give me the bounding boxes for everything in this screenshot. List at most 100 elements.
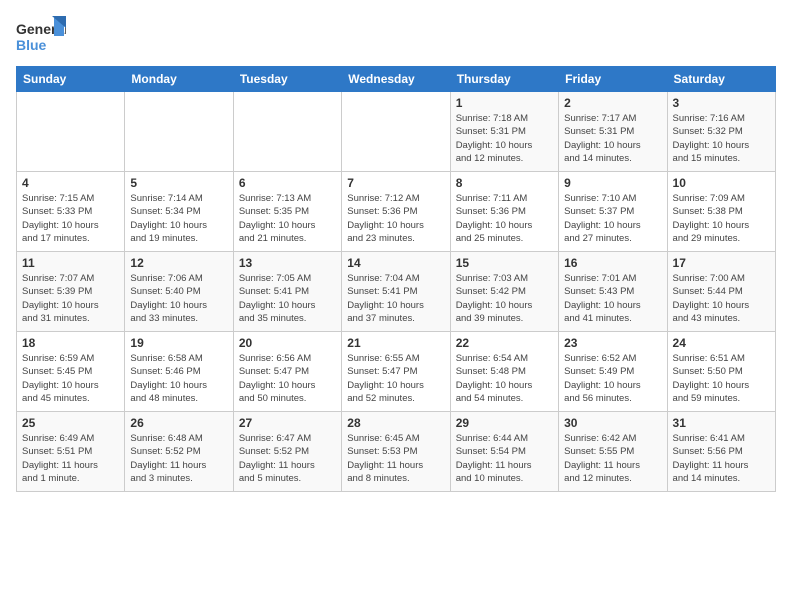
calendar-week-row: 1Sunrise: 7:18 AMSunset: 5:31 PMDaylight…	[17, 92, 776, 172]
calendar-cell: 30 Sunrise: 6:42 AMSunset: 5:55 PMDayligh…	[559, 412, 667, 492]
calendar-week-row: 11Sunrise: 7:07 AMSunset: 5:39 PMDayligh…	[17, 252, 776, 332]
calendar-cell: 8 Sunrise: 7:11 AMSunset: 5:36 PMDaylight…	[450, 172, 558, 252]
day-info: Sunrise: 7:00 AMSunset: 5:44 PMDaylight:…	[673, 272, 770, 325]
day-info: Sunrise: 7:11 AMSunset: 5:36 PMDaylight:…	[456, 192, 553, 245]
calendar-cell: 11Sunrise: 7:07 AMSunset: 5:39 PMDayligh…	[17, 252, 125, 332]
day-number: 25	[22, 416, 119, 430]
day-info: Sunrise: 7:15 AMSunset: 5:33 PMDaylight:…	[22, 192, 119, 245]
day-info: Sunrise: 7:09 AMSunset: 5:38 PMDaylight:…	[673, 192, 770, 245]
day-info: Sunrise: 6:47 AMSunset: 5:52 PMDaylight:…	[239, 432, 336, 485]
calendar-cell: 24Sunrise: 6:51 AMSunset: 5:50 PMDayligh…	[667, 332, 775, 412]
day-info: Sunrise: 6:41 AMSunset: 5:56 PMDaylight:…	[673, 432, 770, 485]
calendar-week-row: 4 Sunrise: 7:15 AMSunset: 5:33 PMDaylight…	[17, 172, 776, 252]
day-number: 30	[564, 416, 661, 430]
weekday-header: Thursday	[450, 67, 558, 92]
weekday-header: Friday	[559, 67, 667, 92]
logo-svg: GeneralBlue	[16, 16, 66, 56]
day-info: Sunrise: 6:54 AMSunset: 5:48 PMDaylight:…	[456, 352, 553, 405]
day-info: Sunrise: 7:17 AMSunset: 5:31 PMDaylight:…	[564, 112, 661, 165]
day-info: Sunrise: 7:13 AMSunset: 5:35 PMDaylight:…	[239, 192, 336, 245]
day-info: Sunrise: 6:49 AMSunset: 5:51 PMDaylight:…	[22, 432, 119, 485]
day-number: 9	[564, 176, 661, 190]
day-number: 23	[564, 336, 661, 350]
day-info: Sunrise: 7:01 AMSunset: 5:43 PMDaylight:…	[564, 272, 661, 325]
calendar-cell: 23Sunrise: 6:52 AMSunset: 5:49 PMDayligh…	[559, 332, 667, 412]
day-number: 31	[673, 416, 770, 430]
calendar-cell: 12 Sunrise: 7:06 AMSunset: 5:40 PMDayligh…	[125, 252, 233, 332]
calendar-cell: 6 Sunrise: 7:13 AMSunset: 5:35 PMDaylight…	[233, 172, 341, 252]
calendar-cell: 21Sunrise: 6:55 AMSunset: 5:47 PMDayligh…	[342, 332, 450, 412]
day-info: Sunrise: 6:56 AMSunset: 5:47 PMDaylight:…	[239, 352, 336, 405]
calendar-cell: 13 Sunrise: 7:05 AMSunset: 5:41 PMDayligh…	[233, 252, 341, 332]
svg-text:Blue: Blue	[16, 37, 47, 53]
calendar-cell: 4 Sunrise: 7:15 AMSunset: 5:33 PMDaylight…	[17, 172, 125, 252]
day-number: 3	[673, 96, 770, 110]
day-number: 13	[239, 256, 336, 270]
day-info: Sunrise: 6:51 AMSunset: 5:50 PMDaylight:…	[673, 352, 770, 405]
day-info: Sunrise: 7:18 AMSunset: 5:31 PMDaylight:…	[456, 112, 553, 165]
day-info: Sunrise: 7:12 AMSunset: 5:36 PMDaylight:…	[347, 192, 444, 245]
weekday-header-row: SundayMondayTuesdayWednesdayThursdayFrid…	[17, 67, 776, 92]
calendar-cell	[125, 92, 233, 172]
calendar-cell: 22 Sunrise: 6:54 AMSunset: 5:48 PMDayligh…	[450, 332, 558, 412]
weekday-header: Monday	[125, 67, 233, 92]
day-info: Sunrise: 7:16 AMSunset: 5:32 PMDaylight:…	[673, 112, 770, 165]
day-number: 14	[347, 256, 444, 270]
day-number: 29	[456, 416, 553, 430]
calendar-cell: 9 Sunrise: 7:10 AMSunset: 5:37 PMDaylight…	[559, 172, 667, 252]
weekday-header: Sunday	[17, 67, 125, 92]
day-info: Sunrise: 7:06 AMSunset: 5:40 PMDaylight:…	[130, 272, 227, 325]
calendar-cell: 5Sunrise: 7:14 AMSunset: 5:34 PMDaylight…	[125, 172, 233, 252]
day-info: Sunrise: 7:10 AMSunset: 5:37 PMDaylight:…	[564, 192, 661, 245]
calendar-table: SundayMondayTuesdayWednesdayThursdayFrid…	[16, 66, 776, 492]
weekday-header: Tuesday	[233, 67, 341, 92]
day-info: Sunrise: 7:04 AMSunset: 5:41 PMDaylight:…	[347, 272, 444, 325]
calendar-cell: 7 Sunrise: 7:12 AMSunset: 5:36 PMDaylight…	[342, 172, 450, 252]
day-number: 17	[673, 256, 770, 270]
day-info: Sunrise: 6:45 AMSunset: 5:53 PMDaylight:…	[347, 432, 444, 485]
logo: GeneralBlue	[16, 16, 66, 56]
day-number: 7	[347, 176, 444, 190]
calendar-cell: 14 Sunrise: 7:04 AMSunset: 5:41 PMDayligh…	[342, 252, 450, 332]
day-number: 15	[456, 256, 553, 270]
day-number: 28	[347, 416, 444, 430]
calendar-cell: 31 Sunrise: 6:41 AMSunset: 5:56 PMDayligh…	[667, 412, 775, 492]
calendar-cell: 15 Sunrise: 7:03 AMSunset: 5:42 PMDayligh…	[450, 252, 558, 332]
calendar-cell: 28 Sunrise: 6:45 AMSunset: 5:53 PMDayligh…	[342, 412, 450, 492]
day-number: 18	[22, 336, 119, 350]
calendar-cell: 19Sunrise: 6:58 AMSunset: 5:46 PMDayligh…	[125, 332, 233, 412]
calendar-cell: 20Sunrise: 6:56 AMSunset: 5:47 PMDayligh…	[233, 332, 341, 412]
calendar-cell: 18 Sunrise: 6:59 AMSunset: 5:45 PMDayligh…	[17, 332, 125, 412]
day-number: 8	[456, 176, 553, 190]
calendar-cell: 26 Sunrise: 6:48 AMSunset: 5:52 PMDayligh…	[125, 412, 233, 492]
calendar-cell: 2 Sunrise: 7:17 AMSunset: 5:31 PMDaylight…	[559, 92, 667, 172]
day-number: 4	[22, 176, 119, 190]
day-info: Sunrise: 7:05 AMSunset: 5:41 PMDaylight:…	[239, 272, 336, 325]
day-info: Sunrise: 6:42 AMSunset: 5:55 PMDaylight:…	[564, 432, 661, 485]
day-number: 6	[239, 176, 336, 190]
page-header: GeneralBlue	[16, 16, 776, 56]
day-number: 2	[564, 96, 661, 110]
day-info: Sunrise: 6:55 AMSunset: 5:47 PMDaylight:…	[347, 352, 444, 405]
day-info: Sunrise: 7:14 AMSunset: 5:34 PMDaylight:…	[130, 192, 227, 245]
day-number: 10	[673, 176, 770, 190]
day-info: Sunrise: 6:48 AMSunset: 5:52 PMDaylight:…	[130, 432, 227, 485]
day-info: Sunrise: 6:59 AMSunset: 5:45 PMDaylight:…	[22, 352, 119, 405]
day-info: Sunrise: 7:03 AMSunset: 5:42 PMDaylight:…	[456, 272, 553, 325]
calendar-cell: 29 Sunrise: 6:44 AMSunset: 5:54 PMDayligh…	[450, 412, 558, 492]
day-number: 12	[130, 256, 227, 270]
day-number: 16	[564, 256, 661, 270]
day-number: 27	[239, 416, 336, 430]
weekday-header: Wednesday	[342, 67, 450, 92]
day-info: Sunrise: 6:44 AMSunset: 5:54 PMDaylight:…	[456, 432, 553, 485]
calendar-cell	[342, 92, 450, 172]
calendar-cell: 10 Sunrise: 7:09 AMSunset: 5:38 PMDayligh…	[667, 172, 775, 252]
day-number: 26	[130, 416, 227, 430]
calendar-week-row: 18 Sunrise: 6:59 AMSunset: 5:45 PMDayligh…	[17, 332, 776, 412]
calendar-cell: 1Sunrise: 7:18 AMSunset: 5:31 PMDaylight…	[450, 92, 558, 172]
calendar-cell: 3 Sunrise: 7:16 AMSunset: 5:32 PMDaylight…	[667, 92, 775, 172]
day-info: Sunrise: 6:58 AMSunset: 5:46 PMDaylight:…	[130, 352, 227, 405]
day-number: 22	[456, 336, 553, 350]
calendar-cell: 17 Sunrise: 7:00 AMSunset: 5:44 PMDayligh…	[667, 252, 775, 332]
calendar-cell	[17, 92, 125, 172]
